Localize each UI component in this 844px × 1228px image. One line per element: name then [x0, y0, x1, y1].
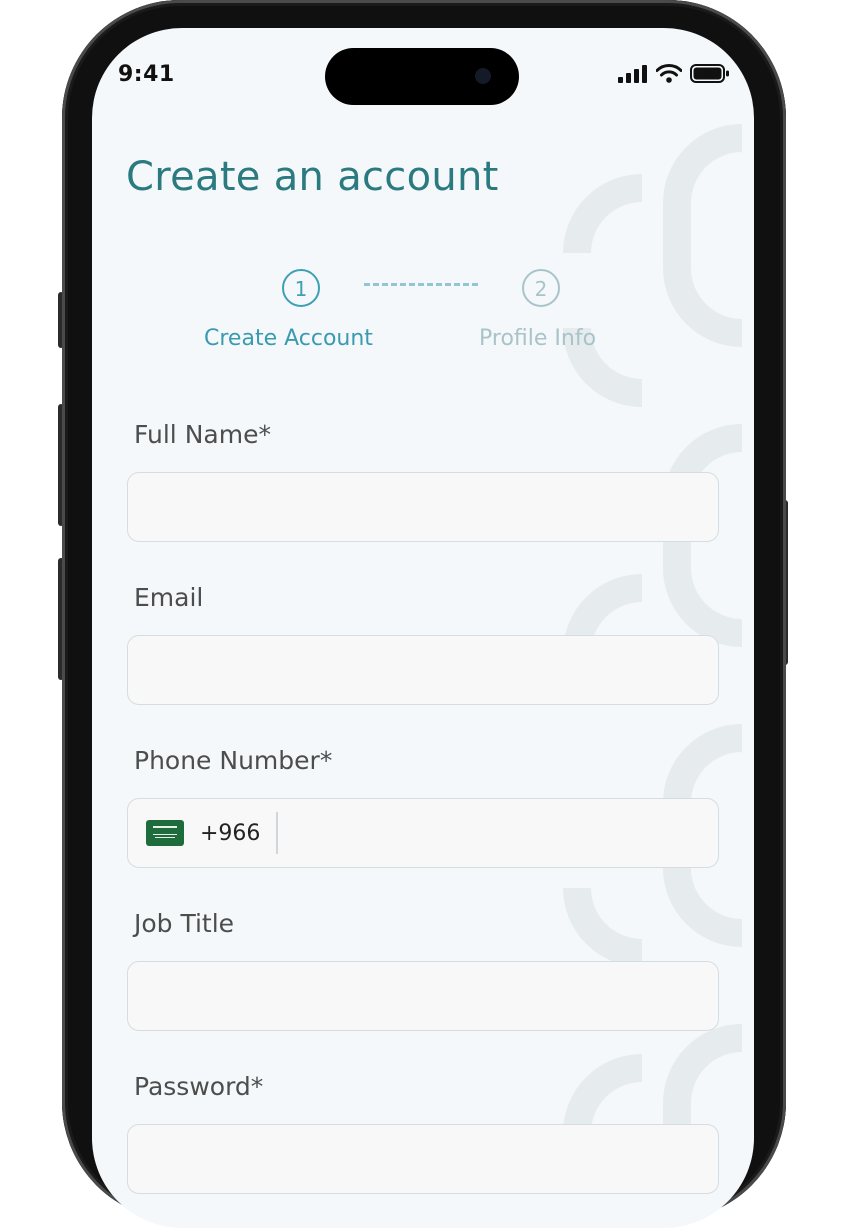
step-connector: [364, 283, 478, 286]
wifi-icon: [656, 64, 682, 83]
full-name-label: Full Name*: [134, 420, 271, 449]
job-title-label: Job Title: [134, 909, 235, 938]
battery-icon: [690, 64, 729, 83]
saudi-arabia-flag-icon[interactable]: [146, 820, 184, 846]
job-title-field[interactable]: [127, 961, 719, 1031]
phone-screen: 9:41 Create an account 1 2 Create Accoun…: [92, 28, 754, 1228]
password-field[interactable]: [127, 1124, 719, 1194]
password-label: Password*: [134, 1072, 264, 1101]
status-time: 9:41: [118, 62, 175, 87]
phone-number-label: Phone Number*: [134, 746, 333, 775]
step-1-label: Create Account: [204, 326, 373, 351]
page-title: Create an account: [126, 154, 499, 200]
phone-number-field[interactable]: +966: [127, 798, 719, 868]
background-pattern: [563, 124, 743, 1168]
step-2-label: Profile Info: [479, 326, 597, 351]
email-label: Email: [134, 583, 204, 612]
step-2-indicator[interactable]: 2: [522, 269, 560, 307]
status-icons: [618, 64, 730, 83]
phone-number-input[interactable]: [277, 799, 718, 867]
country-dial-code[interactable]: +966: [200, 821, 260, 846]
camera-icon: [475, 68, 491, 84]
full-name-field[interactable]: [127, 472, 719, 542]
email-field[interactable]: [127, 635, 719, 705]
dynamic-island: [325, 48, 519, 105]
step-1-indicator[interactable]: 1: [282, 269, 320, 307]
cellular-signal-icon: [618, 64, 647, 83]
